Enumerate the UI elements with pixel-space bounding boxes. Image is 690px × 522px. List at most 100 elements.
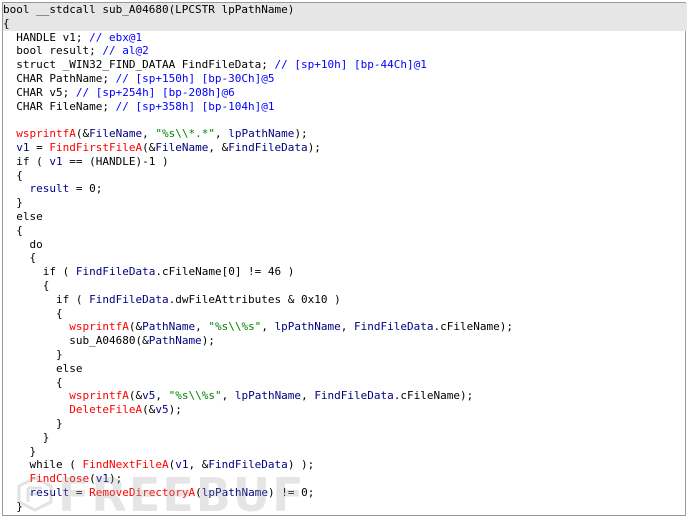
code-line[interactable]: if ( v1 == (HANDLE)-1 ) [3, 155, 687, 169]
code-line[interactable]: { [3, 376, 687, 390]
code-line[interactable]: else [3, 362, 687, 376]
code-line[interactable]: bool __stdcall sub_A04680(LPCSTR lpPathN… [3, 3, 687, 17]
code-token: "%s\\*.*" [155, 127, 215, 141]
code-token: do [3, 237, 43, 251]
code-token: , [214, 127, 229, 141]
code-token: } [3, 444, 37, 458]
code-line[interactable]: { [3, 251, 687, 265]
code-token: v1 [49, 154, 63, 168]
code-line[interactable]: v1 = FindFirstFileA(&FileName, &FindFile… [3, 141, 687, 155]
code-line[interactable]: do [3, 238, 687, 252]
code-line[interactable]: DeleteFileA(&v5); [3, 403, 687, 417]
code-token: == (HANDLE)-1 ) [62, 154, 169, 168]
code-line[interactable]: CHAR PathName; // [sp+150h] [bp-30Ch]@5 [3, 72, 687, 86]
code-line[interactable]: } [3, 445, 687, 459]
code-line[interactable]: { [3, 16, 687, 31]
code-token: ); [201, 334, 215, 348]
code-token: { [3, 375, 63, 389]
code-token: DeleteFileA [69, 403, 143, 417]
code-token: } [3, 499, 23, 513]
code-line[interactable]: } [3, 348, 687, 362]
code-token: bool __stdcall sub_A04680(LPCSTR lpPathN… [3, 3, 295, 16]
code-token: wsprintfA [69, 389, 129, 403]
code-line[interactable]: wsprintfA(&PathName, "%s\\%s", lpPathNam… [3, 320, 687, 334]
code-token: v1 [16, 140, 30, 154]
code-line[interactable]: bool result; // al@2 [3, 44, 687, 58]
code-token: // al@2 [102, 44, 149, 58]
code-line[interactable]: { [3, 279, 687, 293]
code-token: HANDLE v1; [3, 30, 90, 44]
code-line[interactable]: } [3, 196, 687, 210]
code-line[interactable]: wsprintfA(&FileName, "%s\\*.*", lpPathNa… [3, 127, 687, 141]
pseudocode-panel: bool __stdcall sub_A04680(LPCSTR lpPathN… [2, 2, 687, 517]
code-line[interactable]: } [3, 417, 687, 431]
code-token: // [sp+10h] [bp-44Ch]@1 [274, 58, 427, 72]
code-token: .dwFileAttributes & 0x10 ) [168, 292, 341, 306]
code-token: , & [188, 458, 209, 472]
code-line[interactable]: } [3, 431, 687, 445]
code-token: (& [142, 403, 156, 417]
code-line[interactable]: struct _WIN32_FIND_DATAA FindFileData; /… [3, 58, 687, 72]
code-line[interactable]: result = 0; [3, 182, 687, 196]
code-line[interactable]: wsprintfA(&v5, "%s\\%s", lpPathName, Fin… [3, 389, 687, 403]
code-token: CHAR PathName; [3, 71, 116, 85]
code-token: .cFileName); [393, 389, 474, 403]
code-line[interactable]: if ( FindFileData.cFileName[0] != 46 ) [3, 265, 687, 279]
code-token: // ebx@1 [89, 30, 143, 44]
code-line[interactable]: FindClose(v1); [3, 472, 687, 486]
code-token: ); [307, 140, 321, 154]
code-line[interactable]: { [3, 224, 687, 238]
code-token: CHAR FileName; [3, 99, 116, 113]
code-line[interactable]: while ( FindNextFileA(v1, &FindFileData)… [3, 458, 687, 472]
code-line[interactable]: CHAR v5; // [sp+254h] [bp-208h]@6 [3, 86, 687, 100]
code-token: (& [142, 140, 156, 154]
code-line[interactable]: else [3, 210, 687, 224]
code-token: { [3, 168, 23, 182]
code-token: = 0; [69, 182, 103, 196]
code-line[interactable]: } [3, 500, 687, 514]
code-token: lpPathName [274, 320, 341, 334]
code-token: ( [195, 485, 202, 499]
code-token: } [3, 347, 63, 361]
code-token: "%s\\%s" [168, 389, 222, 403]
code-token: , [155, 389, 169, 403]
code-line[interactable] [3, 113, 687, 127]
code-token: = [69, 485, 90, 499]
code-token: .cFileName); [433, 320, 514, 334]
code-line[interactable]: if ( FindFileData.dwFileAttributes & 0x1… [3, 293, 687, 307]
code-token: sub_A04680(& [3, 334, 149, 348]
code-token: FileName [89, 127, 143, 141]
code-token: RemoveDirectoryA [89, 485, 196, 499]
code-token: ) ); [287, 458, 315, 472]
code-line[interactable]: { [3, 307, 687, 321]
code-token: if ( [3, 265, 76, 279]
code-token: { [3, 278, 50, 292]
code-token: FindFileData [314, 389, 394, 403]
code-token: } [3, 430, 50, 444]
code-token: else [3, 361, 83, 375]
code-token: // [sp+358h] [bp-104h]@1 [115, 99, 275, 113]
pseudocode-view[interactable]: bool __stdcall sub_A04680(LPCSTR lpPathN… [3, 3, 687, 517]
code-token: , [142, 127, 156, 141]
code-token: ( [89, 472, 96, 486]
code-token: { [3, 306, 63, 320]
code-token: = [29, 140, 50, 154]
code-token: lpPathName [228, 127, 295, 141]
code-token: , [340, 320, 355, 334]
code-line[interactable]: { [3, 169, 687, 183]
code-token: , [195, 320, 209, 334]
code-token: wsprintfA [16, 127, 76, 141]
code-line[interactable]: sub_A04680(&PathName); [3, 334, 687, 348]
code-token: .cFileName[0] != 46 ) [155, 265, 295, 279]
code-token: , & [208, 140, 229, 154]
code-token: FindFileData [208, 458, 288, 472]
code-token: FindFileData [75, 265, 156, 279]
code-token: ); [108, 472, 123, 486]
code-line[interactable]: result = RemoveDirectoryA(lpPathName) !=… [3, 486, 687, 500]
code-line[interactable]: HANDLE v1; // ebx@1 [3, 31, 687, 45]
code-line[interactable]: CHAR FileName; // [sp+358h] [bp-104h]@1 [3, 100, 687, 114]
code-token: } [3, 196, 23, 210]
